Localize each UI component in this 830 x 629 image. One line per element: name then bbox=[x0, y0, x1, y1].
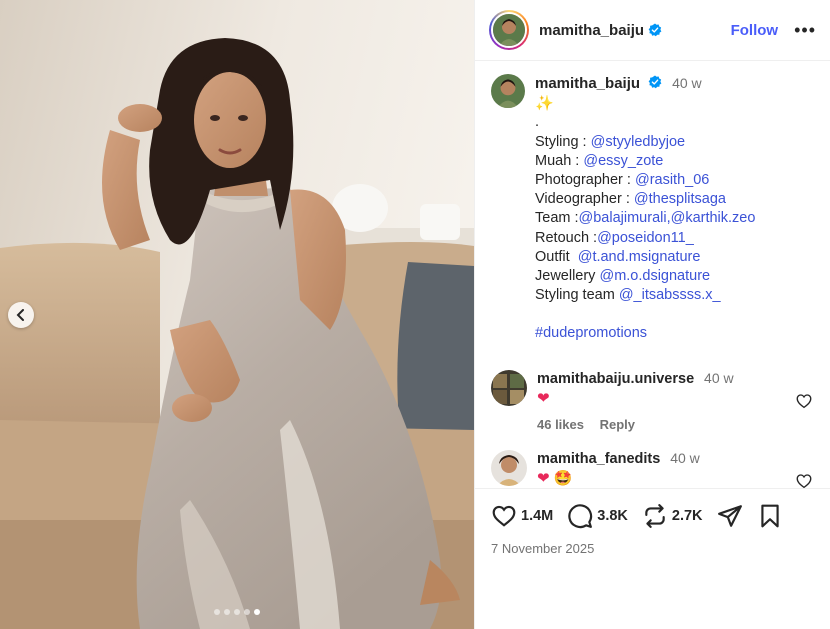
mention-link[interactable]: @essy_zote bbox=[583, 153, 663, 169]
caption-avatar[interactable] bbox=[491, 74, 525, 108]
comment-item: mamitha_fanedits 40 w ❤ 🤩 bbox=[475, 449, 830, 488]
post-header: mamitha_baiju Follow ••• bbox=[475, 0, 830, 61]
comment-text: ❤ 🤩 bbox=[537, 469, 573, 487]
comment-time[interactable]: 40 w bbox=[704, 370, 734, 386]
hashtag-link[interactable]: #dudepromotions bbox=[535, 324, 755, 343]
caption-line-label: Videographer : bbox=[535, 191, 634, 208]
post-photo[interactable] bbox=[0, 0, 474, 629]
comment-likes[interactable]: 46 likes bbox=[537, 417, 584, 432]
caption-line: Styling team @_itsabssss.x_ bbox=[535, 286, 755, 305]
caption-line: Muah : @essy_zote bbox=[535, 152, 755, 171]
comment-text: ❤ bbox=[537, 389, 550, 407]
mention-link[interactable]: @rasith_06 bbox=[635, 172, 709, 188]
heart-icon bbox=[492, 505, 516, 527]
photo-scene bbox=[0, 0, 474, 629]
carousel-dot[interactable] bbox=[214, 609, 220, 615]
caption-line: Outfit @t.and.msignature bbox=[535, 248, 755, 267]
caption-line: Retouch :@poseidon11_ bbox=[535, 229, 755, 248]
comment-count[interactable]: 3.8K bbox=[597, 508, 628, 524]
caption-line-label: Styling team bbox=[535, 287, 619, 304]
avatar[interactable] bbox=[489, 10, 529, 50]
bookmark-icon bbox=[760, 504, 779, 528]
carousel-dots bbox=[0, 609, 474, 615]
caption-line-label: Team : bbox=[535, 210, 579, 227]
follow-button[interactable]: Follow bbox=[731, 22, 779, 39]
like-button[interactable]: 1.4M bbox=[491, 503, 553, 529]
comment-icon bbox=[568, 504, 593, 529]
mention-link[interactable]: @_itsabssss.x_ bbox=[619, 287, 721, 303]
carousel-dot[interactable] bbox=[224, 609, 230, 615]
comment-item: mamithabaiju.universe 40 w ❤ 46 likes Re… bbox=[475, 369, 830, 432]
share-button[interactable] bbox=[717, 503, 743, 529]
carousel-dot[interactable] bbox=[254, 609, 260, 615]
caption-time[interactable]: 40 w bbox=[672, 75, 702, 91]
caption-line: . bbox=[535, 113, 755, 132]
post-username[interactable]: mamitha_baiju bbox=[539, 22, 644, 39]
comment-username[interactable]: mamitha_fanedits bbox=[537, 451, 660, 467]
verified-badge-icon bbox=[648, 23, 662, 37]
caption-line: Team :@balajimurali,@karthik.zeo bbox=[535, 209, 755, 228]
post-actions: 1.4M 3.8K 2.7K 7 November 2025 bbox=[475, 488, 830, 556]
caption-username[interactable]: mamitha_baiju bbox=[535, 75, 640, 92]
comment-username[interactable]: mamithabaiju.universe bbox=[537, 371, 694, 387]
carousel-dot[interactable] bbox=[244, 609, 250, 615]
caption-line-label: Styling : bbox=[535, 133, 591, 150]
verified-badge-icon bbox=[648, 75, 662, 89]
save-button[interactable] bbox=[757, 503, 783, 529]
comment-like-icon[interactable] bbox=[795, 472, 813, 488]
post-sidebar: mamitha_baiju Follow ••• mamitha_baiju 4… bbox=[474, 0, 830, 629]
caption-line-label: Outfit bbox=[535, 248, 578, 265]
caption-line-label: . bbox=[535, 114, 540, 131]
mention-link[interactable]: @thesplitsaga bbox=[634, 191, 726, 207]
mention-link[interactable]: @m.o.dsignature bbox=[599, 268, 710, 284]
mention-link[interactable]: @balajimurali,@karthik.zeo bbox=[579, 210, 756, 226]
post-caption: mamitha_baiju 40 w ✨ . Styling : @styyled… bbox=[475, 62, 830, 344]
repost-count[interactable]: 2.7K bbox=[672, 508, 703, 524]
like-count[interactable]: 1.4M bbox=[521, 508, 553, 524]
comment-avatar[interactable] bbox=[491, 449, 527, 486]
comment-like-icon[interactable] bbox=[795, 392, 813, 410]
comment-avatar[interactable] bbox=[491, 369, 527, 406]
more-options-button[interactable]: ••• bbox=[794, 21, 816, 39]
caption-line: Jewellery @m.o.dsignature bbox=[535, 267, 755, 286]
caption-line: Photographer : @rasith_06 bbox=[535, 171, 755, 190]
sparkle-emoji: ✨ bbox=[535, 95, 554, 113]
mention-link[interactable]: @poseidon11_ bbox=[597, 230, 694, 246]
mention-link[interactable]: @t.and.msignature bbox=[578, 249, 701, 265]
caption-line-label: Retouch : bbox=[535, 229, 598, 246]
caption-line-label: Muah : bbox=[535, 152, 584, 169]
caption-lines: . Styling : @styyledbyjoe Muah : @essy_zot… bbox=[535, 113, 755, 305]
repost-icon bbox=[645, 504, 665, 528]
post-date[interactable]: 7 November 2025 bbox=[491, 541, 830, 556]
carousel-prev-button[interactable] bbox=[8, 302, 34, 328]
comment-time[interactable]: 40 w bbox=[670, 450, 700, 466]
chevron-left-icon bbox=[16, 309, 24, 321]
comments-scroll[interactable]: mamitha_baiju 40 w ✨ . Styling : @styyled… bbox=[475, 62, 830, 488]
carousel-dot[interactable] bbox=[234, 609, 240, 615]
comment-button[interactable]: 3.8K bbox=[567, 503, 628, 529]
caption-line-label: Photographer : bbox=[535, 172, 635, 189]
caption-line-label: Jewellery bbox=[535, 268, 600, 285]
caption-line: Videographer : @thesplitsaga bbox=[535, 190, 755, 209]
comment-reply-button[interactable]: Reply bbox=[600, 417, 635, 432]
repost-button[interactable]: 2.7K bbox=[642, 503, 703, 529]
caption-line: Styling : @styyledbyjoe bbox=[535, 133, 755, 152]
mention-link[interactable]: @styyledbyjoe bbox=[591, 134, 686, 150]
share-icon bbox=[717, 505, 742, 527]
